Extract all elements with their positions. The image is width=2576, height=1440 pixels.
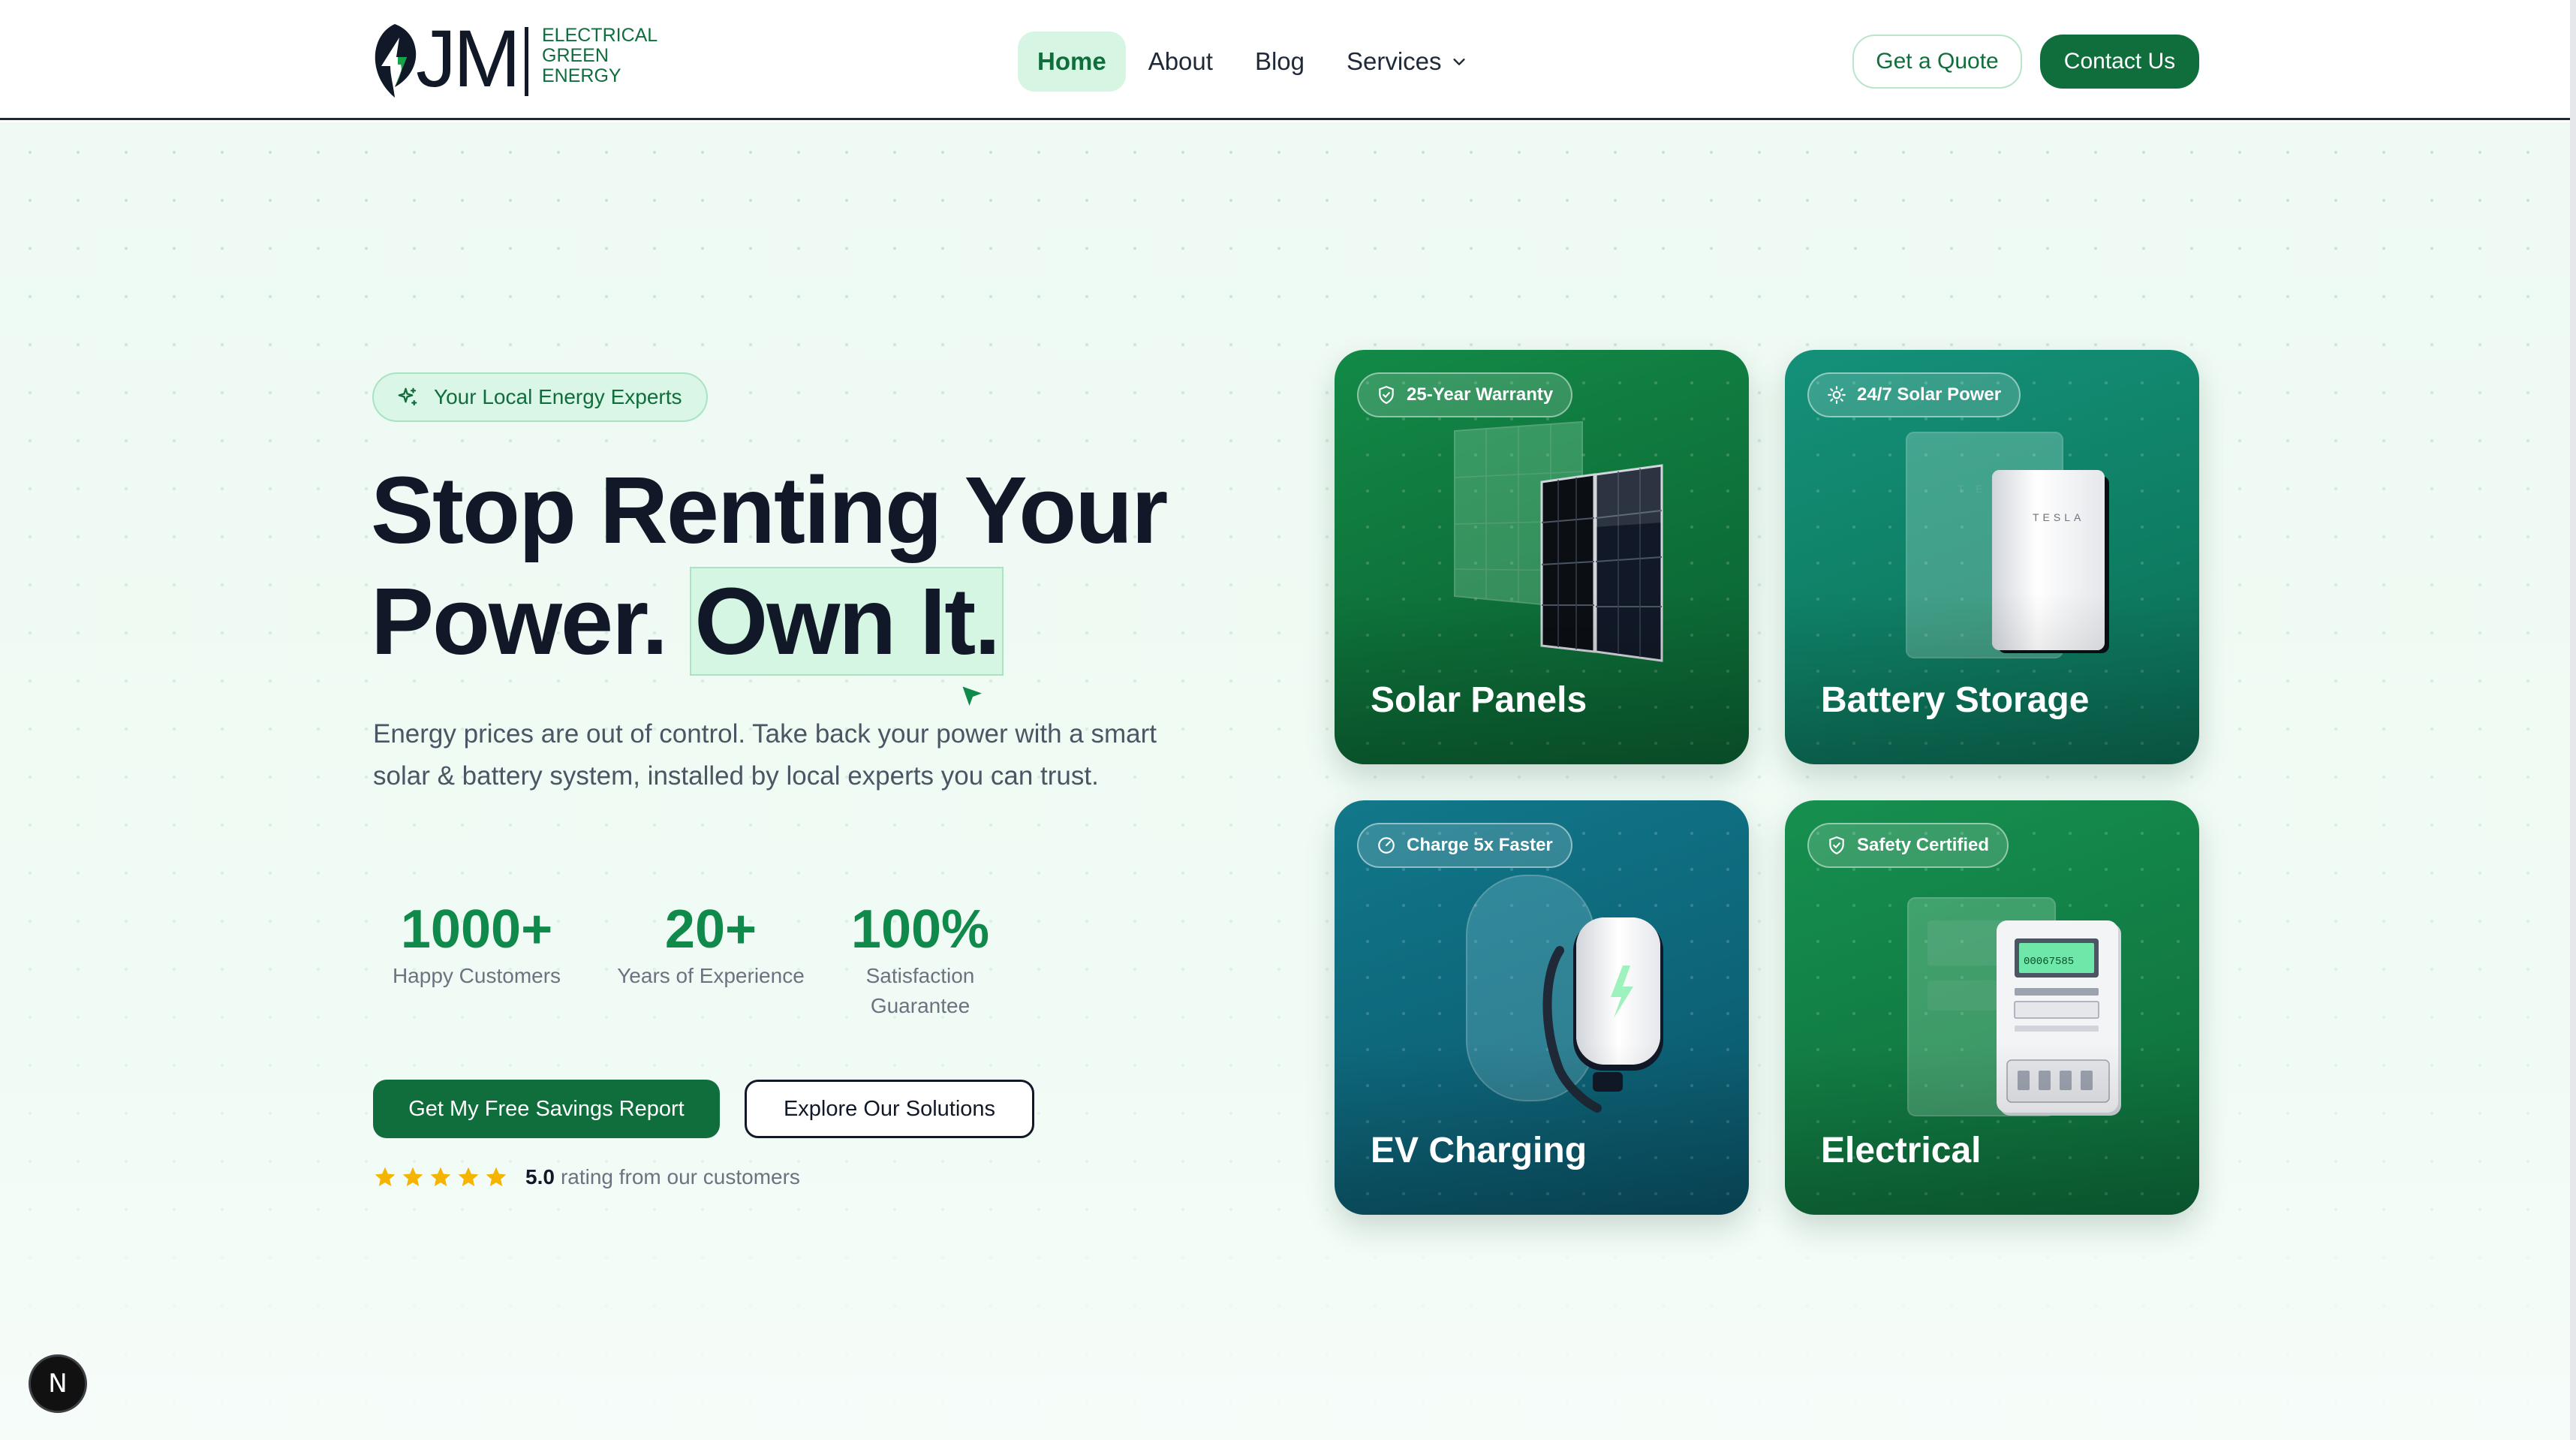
stat-satisfaction: 100% Satisfaction Guarantee: [832, 898, 1008, 1021]
nav-blog[interactable]: Blog: [1235, 32, 1324, 92]
contact-us-button[interactable]: Contact Us: [2040, 35, 2199, 89]
charge-speed-tag: Charge 5x Faster: [1357, 823, 1572, 868]
page-scrollbar[interactable]: [2570, 0, 2576, 1440]
stat-experience-value: 20+: [664, 899, 757, 959]
star-icon: [375, 1167, 396, 1186]
stat-satisfaction-label: Satisfaction Guarantee: [865, 964, 975, 1017]
solar-panels-title: Solar Panels: [1371, 680, 1587, 720]
headline-plain: Power.: [371, 568, 668, 674]
site-header: JM ELECTRICAL GREEN ENERGY Home About Bl…: [0, 0, 2570, 120]
nav-services-label: Services: [1347, 47, 1442, 75]
star-icon: [458, 1167, 479, 1186]
shield-check-icon: [1827, 836, 1846, 855]
rating-text: rating from our customers: [560, 1165, 800, 1188]
battery-storage-title: Battery Storage: [1821, 680, 2090, 720]
leaf-bolt-icon: [375, 24, 417, 98]
chevron-down-icon: [1452, 59, 1465, 65]
card-ev-charging[interactable]: Charge 5x Faster EV Charging: [1335, 800, 1749, 1215]
brand-divider: [525, 27, 528, 96]
stat-experience: 20+ Years of Experience: [607, 898, 814, 991]
card-electrical[interactable]: 00067585 Safety Certified Electrical: [1785, 800, 2199, 1215]
charge-speed-tag-label: Charge 5x Faster: [1407, 835, 1553, 855]
card-overlay: [1335, 592, 1749, 764]
nav-home-label: Home: [1037, 47, 1106, 75]
battery-brand-label: TESLA: [2033, 511, 2084, 523]
headline-line-1: Stop Renting Your: [371, 457, 1168, 563]
get-quote-button[interactable]: Get a Quote: [1852, 35, 2022, 89]
sun-icon: [1827, 385, 1846, 405]
brand-line-1: ELECTRICAL: [542, 25, 658, 46]
stat-satisfaction-value: 100%: [850, 899, 990, 959]
explore-solutions-button[interactable]: Explore Our Solutions: [745, 1080, 1034, 1138]
headline-line-2: Power. Own It.: [371, 566, 1166, 677]
brand-logo[interactable]: JM ELECTRICAL GREEN ENERGY: [372, 18, 673, 101]
stat-customers-label: Happy Customers: [392, 964, 561, 987]
dev-tools-button[interactable]: N: [29, 1354, 87, 1413]
meter-reading: 00067585: [2024, 956, 2074, 968]
hero-headline: Stop Renting Your Power. Own It.: [371, 455, 1168, 677]
nav-home[interactable]: Home: [1018, 32, 1126, 92]
card-overlay: [1335, 1042, 1749, 1215]
stat-customers-value: 1000+: [400, 899, 553, 959]
hero-subtext: Energy prices are out of control. Take b…: [373, 719, 1157, 791]
warranty-tag: 25-Year Warranty: [1357, 372, 1573, 417]
card-overlay: [1785, 1042, 2199, 1215]
cursor-arrow-icon: [962, 686, 982, 706]
ev-charging-title: EV Charging: [1371, 1131, 1587, 1170]
card-overlay: [1785, 592, 2199, 764]
brand-wordmark: ELECTRICAL GREEN ENERGY: [542, 26, 658, 86]
solar-power-tag: 24/7 Solar Power: [1807, 372, 2021, 417]
headline-highlight: Own It.: [690, 567, 1004, 676]
stat-customers: 1000+ Happy Customers: [373, 898, 580, 991]
star-icon: [402, 1167, 423, 1186]
warranty-tag-label: 25-Year Warranty: [1407, 384, 1554, 405]
rating-score: 5.0: [525, 1165, 555, 1188]
nav-about-label: About: [1148, 47, 1213, 75]
sparkle-icon: [396, 386, 419, 408]
safety-tag: Safety Certified: [1807, 823, 2009, 868]
shield-check-icon: [1377, 385, 1396, 405]
safety-tag-label: Safety Certified: [1857, 835, 1990, 855]
experts-badge: Your Local Energy Experts: [372, 372, 708, 422]
nav-services[interactable]: Services: [1327, 32, 1487, 92]
rating-stars: [373, 1165, 512, 1189]
solar-power-tag-label: 24/7 Solar Power: [1857, 384, 2002, 405]
gauge-icon: [1377, 836, 1396, 855]
brand-mark: JM: [416, 13, 521, 104]
free-savings-report-button[interactable]: Get My Free Savings Report: [373, 1080, 720, 1138]
rating-row: 5.0 rating from our customers: [373, 1165, 800, 1189]
brand-line-2: GREEN: [542, 45, 609, 66]
nav-blog-label: Blog: [1254, 47, 1305, 75]
experts-badge-label: Your Local Energy Experts: [434, 385, 682, 408]
electrical-title: Electrical: [1821, 1131, 1982, 1170]
brand-line-3: ENERGY: [542, 65, 621, 86]
card-solar-panels[interactable]: 25-Year Warranty Solar Panels: [1335, 350, 1749, 764]
card-battery-storage[interactable]: T E S L TESLA 24/7 Solar Power Battery S…: [1785, 350, 2199, 764]
stat-experience-label: Years of Experience: [617, 964, 805, 987]
star-icon: [430, 1167, 451, 1186]
nav-about[interactable]: About: [1129, 32, 1232, 92]
main-nav: Home About Blog Services: [1018, 31, 1490, 92]
star-icon: [486, 1167, 507, 1186]
